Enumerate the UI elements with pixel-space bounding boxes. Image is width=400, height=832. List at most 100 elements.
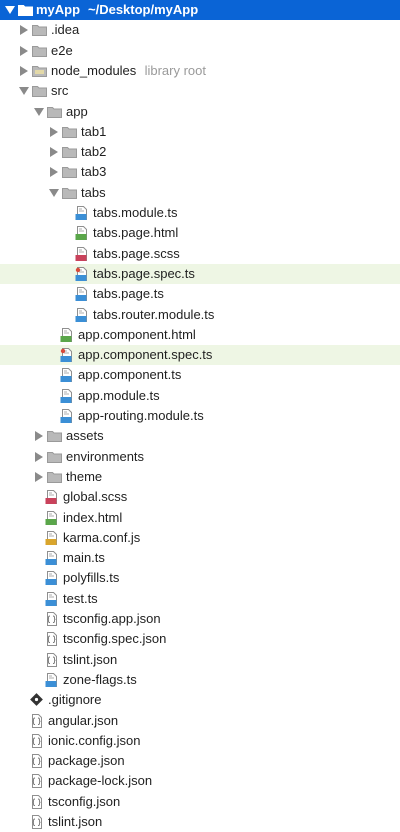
tree-file[interactable]: tabs.page.ts: [0, 284, 400, 304]
tree-folder-app[interactable]: app: [0, 102, 400, 122]
library-root-note: library root: [144, 63, 207, 78]
git-file-icon: [30, 693, 44, 707]
tree-file[interactable]: zone-flags.ts: [0, 670, 400, 690]
ts-file-icon: [45, 673, 59, 687]
folder-icon: [47, 472, 62, 483]
folder-icon: [47, 107, 62, 118]
chevron-right-icon[interactable]: [50, 127, 58, 137]
chevron-right-icon[interactable]: [35, 472, 43, 482]
folder-icon: [62, 188, 77, 199]
json-file-icon: [30, 795, 44, 809]
tree-folder-environments[interactable]: environments: [0, 447, 400, 467]
chevron-right-icon[interactable]: [35, 431, 43, 441]
file-name: angular.json: [48, 713, 119, 728]
file-name: tabs.router.module.ts: [93, 307, 215, 322]
file-name: .gitignore: [48, 692, 102, 707]
tree-file[interactable]: tabs.page.scss: [0, 244, 400, 264]
tree-file[interactable]: tabs.router.module.ts: [0, 305, 400, 325]
file-name: tslint.json: [48, 814, 103, 829]
spec-file-icon: [75, 267, 89, 281]
tree-folder-theme[interactable]: theme: [0, 467, 400, 487]
json-file-icon: [30, 774, 44, 788]
tree-file[interactable]: tslint.json: [0, 812, 400, 832]
ts-file-icon: [75, 308, 89, 322]
tree-folder-tab3[interactable]: tab3: [0, 162, 400, 182]
root-path: ~/Desktop/myApp: [88, 2, 199, 17]
file-name: tabs.page.spec.ts: [93, 266, 195, 281]
ts-file-icon: [45, 571, 59, 585]
file-name: main.ts: [63, 550, 105, 565]
tree-folder-idea[interactable]: .idea: [0, 20, 400, 40]
tree-folder-e2e[interactable]: e2e: [0, 41, 400, 61]
tree-file[interactable]: test.ts: [0, 589, 400, 609]
tree-file[interactable]: tsconfig.app.json: [0, 609, 400, 629]
folder-name: node_modules: [51, 63, 137, 78]
chevron-down-icon[interactable]: [19, 87, 29, 95]
chevron-right-icon[interactable]: [20, 46, 28, 56]
file-name: tslint.json: [63, 652, 118, 667]
json-file-icon: [30, 754, 44, 768]
tree-file[interactable]: karma.conf.js: [0, 528, 400, 548]
folder-name: app: [66, 104, 88, 119]
tree-file[interactable]: polyfills.ts: [0, 568, 400, 588]
file-name: package.json: [48, 753, 125, 768]
file-name: tsconfig.spec.json: [63, 631, 167, 646]
folder-icon: [62, 147, 77, 158]
ts-file-icon: [60, 389, 74, 403]
json-file-icon: [30, 734, 44, 748]
tree-file[interactable]: app-routing.module.ts: [0, 406, 400, 426]
html-file-icon: [45, 511, 59, 525]
folder-name: .idea: [51, 22, 80, 37]
tree-folder-tab2[interactable]: tab2: [0, 142, 400, 162]
folder-icon: [47, 431, 62, 442]
file-name: app.component.html: [78, 327, 196, 342]
tree-file[interactable]: index.html: [0, 508, 400, 528]
tree-file[interactable]: app.module.ts: [0, 386, 400, 406]
chevron-right-icon[interactable]: [50, 147, 58, 157]
tree-file[interactable]: angular.json: [0, 711, 400, 731]
tree-file[interactable]: tabs.module.ts: [0, 203, 400, 223]
chevron-down-icon[interactable]: [49, 189, 59, 197]
json-file-icon: [45, 653, 59, 667]
tree-file[interactable]: package-lock.json: [0, 771, 400, 791]
folder-name: src: [51, 83, 69, 98]
tree-file[interactable]: global.scss: [0, 487, 400, 507]
tree-file[interactable]: tslint.json: [0, 650, 400, 670]
tree-folder-node_modules[interactable]: node_modules library root: [0, 61, 400, 81]
folder-icon: [62, 127, 77, 138]
tree-file[interactable]: app.component.spec.ts: [0, 345, 400, 365]
project-tree: myApp ~/Desktop/myApp .idea e2e node_modul…: [0, 0, 400, 829]
tree-file[interactable]: tabs.page.spec.ts: [0, 264, 400, 284]
tree-file[interactable]: tabs.page.html: [0, 223, 400, 243]
expand-arrow-icon[interactable]: [5, 6, 15, 14]
tree-file[interactable]: main.ts: [0, 548, 400, 568]
js-file-icon: [45, 531, 59, 545]
tree-file[interactable]: tsconfig.spec.json: [0, 629, 400, 649]
tree-folder-tabs[interactable]: tabs: [0, 183, 400, 203]
file-name: tabs.page.scss: [93, 246, 180, 261]
chevron-down-icon[interactable]: [34, 108, 44, 116]
tree-file[interactable]: app.component.ts: [0, 365, 400, 385]
tree-folder-tab1[interactable]: tab1: [0, 122, 400, 142]
file-name: package-lock.json: [48, 773, 153, 788]
sass-file-icon: [75, 247, 89, 261]
chevron-right-icon[interactable]: [35, 452, 43, 462]
ts-file-icon: [60, 368, 74, 382]
file-name: zone-flags.ts: [63, 672, 137, 687]
tree-folder-src[interactable]: src: [0, 81, 400, 101]
tree-file[interactable]: package.json: [0, 751, 400, 771]
folder-name: e2e: [51, 43, 73, 58]
tree-file[interactable]: tsconfig.json: [0, 792, 400, 812]
chevron-right-icon[interactable]: [20, 25, 28, 35]
tree-file[interactable]: .gitignore: [0, 690, 400, 710]
tree-file[interactable]: ionic.config.json: [0, 731, 400, 751]
tree-file[interactable]: app.component.html: [0, 325, 400, 345]
tree-folder-assets[interactable]: assets: [0, 426, 400, 446]
file-name: app.component.ts: [78, 367, 182, 382]
file-name: tsconfig.app.json: [63, 611, 161, 626]
chevron-right-icon[interactable]: [20, 66, 28, 76]
file-name: ionic.config.json: [48, 733, 141, 748]
json-file-icon: [45, 612, 59, 626]
chevron-right-icon[interactable]: [50, 167, 58, 177]
tree-root[interactable]: myApp ~/Desktop/myApp: [0, 0, 400, 20]
